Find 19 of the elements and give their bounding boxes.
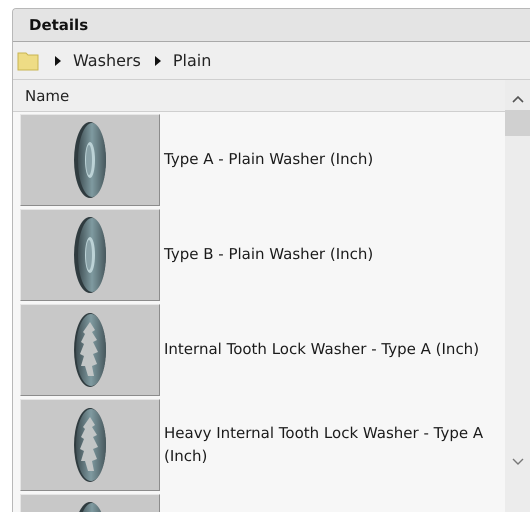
breadcrumb-item[interactable]: Plain: [172, 51, 212, 70]
washer-thumbnail[interactable]: [20, 114, 160, 206]
caret-icon: [55, 56, 61, 66]
item-name[interactable]: Type B - Plain Washer (Inch): [164, 243, 382, 266]
scroll-up-icon[interactable]: [512, 95, 524, 103]
breadcrumb-item[interactable]: Washers: [73, 51, 141, 70]
washer-icon: [72, 214, 108, 294]
item-name[interactable]: Type A - Plain Washer (Inch): [164, 148, 382, 171]
scroll-down-icon[interactable]: [512, 458, 524, 466]
panel-title: Details: [29, 16, 88, 34]
washer-thumbnail[interactable]: [20, 208, 160, 300]
item-name[interactable]: Heavy Internal Tooth Lock Washer - Type A (Inch): [164, 422, 505, 468]
caret-icon: [154, 56, 161, 66]
scroll-thumb[interactable]: [505, 110, 530, 136]
washer-thumbnail[interactable]: [20, 398, 160, 490]
item-name[interactable]: Internal Tooth Lock Washer - Type A (Inch): [164, 338, 488, 361]
washer-thumbnail[interactable]: [20, 304, 160, 396]
washer-icon: [72, 120, 108, 200]
scrollbar[interactable]: [505, 80, 530, 512]
